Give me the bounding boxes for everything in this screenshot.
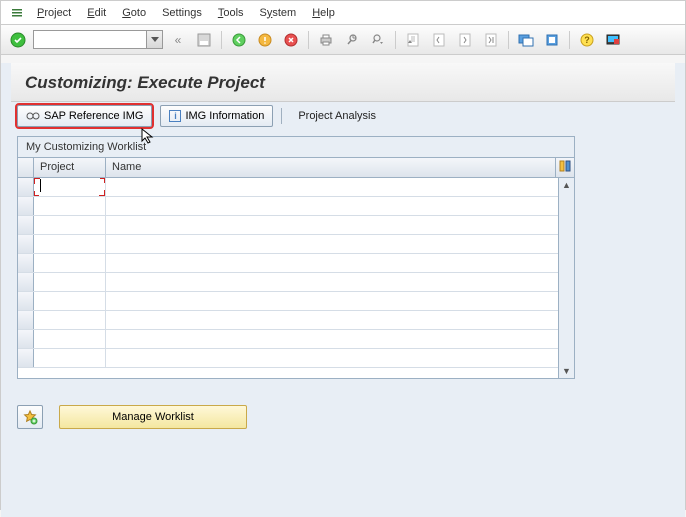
table-row[interactable] — [18, 311, 574, 330]
table-row[interactable] — [18, 292, 574, 311]
menu-bar: Project Edit Goto Settings Tools System … — [1, 1, 685, 25]
prev-page-icon[interactable] — [428, 30, 450, 50]
shortcut-icon[interactable] — [541, 30, 563, 50]
scroll-up-icon[interactable]: ▲ — [562, 180, 571, 190]
next-page-icon[interactable] — [454, 30, 476, 50]
manage-worklist-button[interactable]: Manage Worklist — [59, 405, 247, 429]
page-title: Customizing: Execute Project — [11, 63, 675, 102]
glasses-icon — [26, 109, 40, 123]
grid-header: Project Name — [18, 158, 574, 178]
application-toolbar: SAP Reference IMG i IMG Information Proj… — [11, 102, 675, 130]
table-row[interactable] — [18, 178, 574, 197]
table-row[interactable] — [18, 197, 574, 216]
command-field[interactable] — [33, 30, 163, 49]
content-area: Customizing: Execute Project SAP Referen… — [1, 63, 685, 517]
cancel-icon[interactable] — [280, 30, 302, 50]
menu-settings[interactable]: Settings — [154, 4, 210, 22]
column-name[interactable]: Name — [106, 158, 556, 177]
grid-body: ▲ ▼ — [18, 178, 574, 378]
menu-help[interactable]: Help — [304, 4, 343, 22]
print-icon[interactable] — [315, 30, 337, 50]
first-page-icon[interactable] — [402, 30, 424, 50]
table-row[interactable] — [18, 330, 574, 349]
menu-edit[interactable]: Edit — [79, 4, 114, 22]
find-next-icon[interactable] — [367, 30, 389, 50]
table-row[interactable] — [18, 254, 574, 273]
svg-text:?: ? — [584, 35, 590, 45]
help-icon[interactable]: ? — [576, 30, 598, 50]
exit-icon[interactable] — [254, 30, 276, 50]
table-row[interactable] — [18, 349, 574, 368]
back-icon[interactable] — [228, 30, 250, 50]
scroll-down-icon[interactable]: ▼ — [562, 366, 571, 376]
project-analysis-link[interactable]: Project Analysis — [290, 110, 384, 122]
column-project[interactable]: Project — [34, 158, 106, 177]
table-row[interactable] — [18, 216, 574, 235]
separator — [281, 108, 282, 124]
info-icon: i — [169, 110, 181, 122]
favorites-button[interactable] — [17, 405, 43, 429]
cell-name[interactable] — [106, 178, 574, 196]
command-dropdown-icon[interactable] — [146, 31, 162, 48]
bottom-bar: Manage Worklist — [17, 405, 669, 429]
menu-system[interactable]: System — [252, 4, 305, 22]
standard-toolbar: « ? — [1, 25, 685, 55]
worklist-panel: My Customizing Worklist Project Name — [17, 136, 575, 379]
menu-project[interactable]: Project — [29, 4, 79, 22]
vertical-scrollbar[interactable]: ▲ ▼ — [558, 178, 574, 378]
table-row[interactable] — [18, 273, 574, 292]
panel-title: My Customizing Worklist — [18, 137, 574, 158]
select-all-handle[interactable] — [18, 158, 34, 177]
menu-goto[interactable]: Goto — [114, 4, 154, 22]
row-handle[interactable] — [18, 178, 34, 196]
img-information-button[interactable]: i IMG Information — [160, 105, 273, 127]
new-session-icon[interactable] — [515, 30, 537, 50]
last-page-icon[interactable] — [480, 30, 502, 50]
table-row[interactable] — [18, 235, 574, 254]
cell-project-input[interactable] — [34, 178, 106, 196]
collapse-icon[interactable]: « — [167, 30, 189, 50]
sap-reference-img-button[interactable]: SAP Reference IMG — [17, 105, 152, 127]
column-config-icon[interactable] — [556, 158, 574, 177]
find-icon[interactable] — [341, 30, 363, 50]
img-information-label: IMG Information — [185, 110, 264, 122]
enter-icon[interactable] — [7, 30, 29, 50]
manage-worklist-label: Manage Worklist — [112, 411, 194, 423]
layout-icon[interactable] — [602, 30, 624, 50]
save-icon[interactable] — [193, 30, 215, 50]
sap-reference-img-label: SAP Reference IMG — [44, 110, 143, 122]
menu-tools[interactable]: Tools — [210, 4, 252, 22]
app-menu-icon[interactable] — [9, 5, 25, 21]
